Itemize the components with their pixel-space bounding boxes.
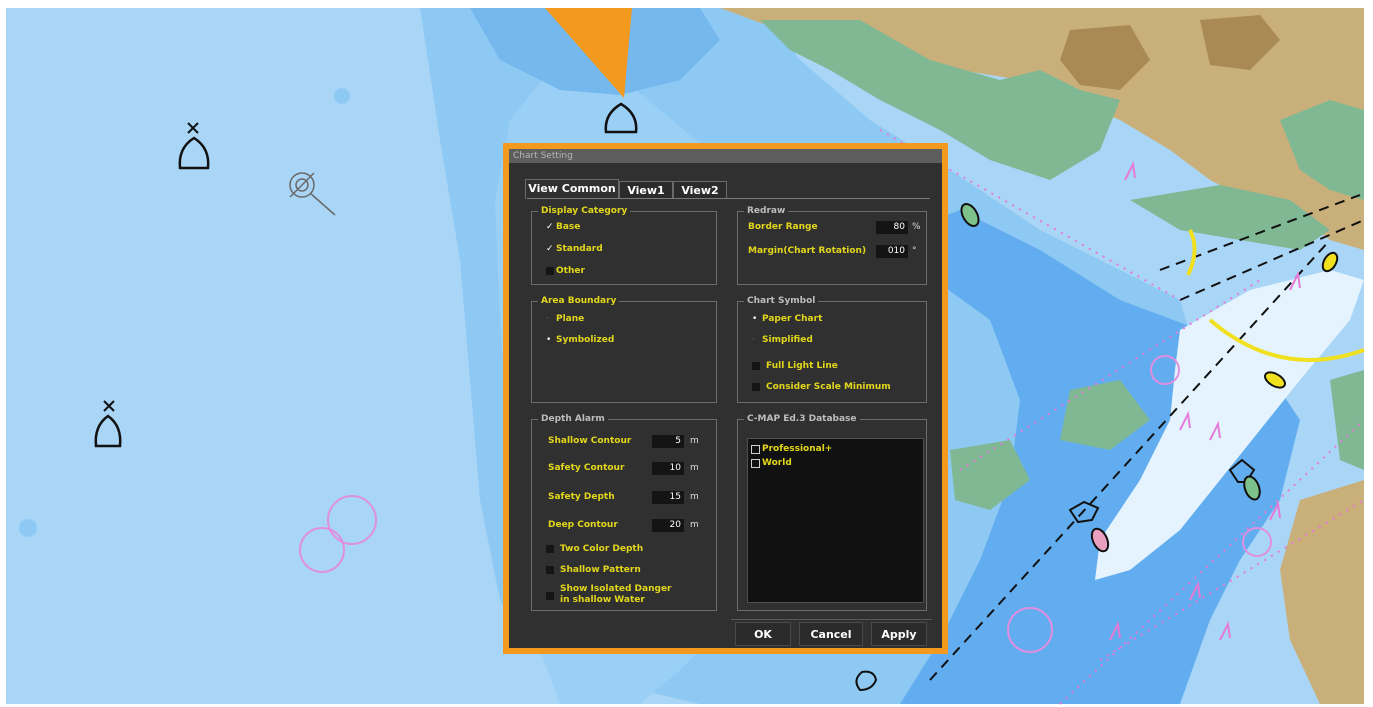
ok-button[interactable]: OK xyxy=(735,622,791,646)
chart-symbol-group: Chart Symbol • Paper Chart · Simplified … xyxy=(737,295,927,403)
show-isolated-danger-label-line2: in shallow Water xyxy=(560,595,645,605)
safety-depth-unit: m xyxy=(690,492,699,502)
professional-plus-label: Professional+ xyxy=(762,444,833,454)
world-checkbox[interactable] xyxy=(751,459,760,468)
plane-radio[interactable]: · xyxy=(546,314,549,324)
base-label: Base xyxy=(556,222,581,232)
margin-unit: ° xyxy=(912,246,917,256)
shallow-contour-label: Shallow Contour xyxy=(548,436,632,446)
professional-plus-checkbox[interactable] xyxy=(751,445,760,454)
world-label: World xyxy=(762,458,792,468)
symbolized-label: Symbolized xyxy=(556,335,615,345)
show-isolated-danger-label: Show Isolated Danger xyxy=(560,584,672,594)
two-color-depth-checkbox[interactable] xyxy=(546,545,554,553)
cmap-database-list[interactable]: Professional+ World xyxy=(747,438,924,603)
paper-chart-label: Paper Chart xyxy=(762,314,823,324)
redraw-title: Redraw xyxy=(744,205,789,217)
standard-checkbox[interactable]: ✓ xyxy=(546,244,554,254)
chart-symbol-title: Chart Symbol xyxy=(744,295,819,307)
deep-contour-label: Deep Contour xyxy=(548,520,618,530)
safety-contour-unit: m xyxy=(690,463,699,473)
area-boundary-group: Area Boundary · Plane • Symbolized xyxy=(531,295,717,403)
shallow-pattern-checkbox[interactable] xyxy=(546,566,554,574)
display-category-title: Display Category xyxy=(538,205,631,217)
margin-label: Margin(Chart Rotation) xyxy=(748,246,867,256)
paper-chart-radio[interactable]: • xyxy=(752,314,757,324)
base-checkbox[interactable]: ✓ xyxy=(546,222,554,232)
other-checkbox[interactable] xyxy=(546,267,554,275)
button-divider xyxy=(731,619,932,620)
depth-alarm-group: Depth Alarm Shallow Contour 5 m Safety C… xyxy=(531,413,717,611)
shallow-contour-field[interactable]: 5 xyxy=(652,435,684,448)
tab-divider xyxy=(527,198,930,199)
other-label: Other xyxy=(556,266,585,276)
two-color-depth-label: Two Color Depth xyxy=(560,544,644,554)
shallow-pattern-label: Shallow Pattern xyxy=(560,565,641,575)
redraw-group: Redraw Border Range 80 % Margin(Chart Ro… xyxy=(737,205,927,285)
border-range-label: Border Range xyxy=(748,222,818,232)
tab-view2[interactable]: View2 xyxy=(673,181,727,199)
area-boundary-title: Area Boundary xyxy=(538,295,620,307)
shallow-contour-unit: m xyxy=(690,436,699,446)
apply-button[interactable]: Apply xyxy=(871,622,927,646)
show-isolated-danger-checkbox[interactable] xyxy=(546,592,554,600)
safety-depth-field[interactable]: 15 xyxy=(652,491,684,504)
cmap-database-title: C-MAP Ed.3 Database xyxy=(744,413,860,425)
deep-contour-field[interactable]: 20 xyxy=(652,519,684,532)
plane-label: Plane xyxy=(556,314,585,324)
border-range-field[interactable]: 80 xyxy=(876,221,908,234)
standard-label: Standard xyxy=(556,244,603,254)
symbolized-radio[interactable]: • xyxy=(546,335,551,345)
consider-scale-minimum-label: Consider Scale Minimum xyxy=(766,382,891,392)
dialog-title[interactable]: Chart Setting xyxy=(509,149,942,163)
chart-setting-dialog: Chart Setting View Common View1 View2 Di… xyxy=(503,143,948,654)
cancel-button[interactable]: Cancel xyxy=(799,622,863,646)
display-category-group: Display Category ✓ Base ✓ Standard Other xyxy=(531,205,717,285)
tab-view1[interactable]: View1 xyxy=(619,181,673,199)
depth-alarm-title: Depth Alarm xyxy=(538,413,608,425)
deep-contour-unit: m xyxy=(690,520,699,530)
tab-view-common[interactable]: View Common xyxy=(525,179,619,199)
simplified-radio[interactable]: · xyxy=(752,335,755,345)
full-light-line-label: Full Light Line xyxy=(766,361,838,371)
margin-field[interactable]: 010 xyxy=(876,245,908,258)
safety-contour-label: Safety Contour xyxy=(548,463,625,473)
safety-depth-label: Safety Depth xyxy=(548,492,615,502)
border-range-unit: % xyxy=(912,222,921,232)
safety-contour-field[interactable]: 10 xyxy=(652,462,684,475)
simplified-label: Simplified xyxy=(762,335,813,345)
full-light-line-checkbox[interactable] xyxy=(752,362,760,370)
consider-scale-minimum-checkbox[interactable] xyxy=(752,383,760,391)
